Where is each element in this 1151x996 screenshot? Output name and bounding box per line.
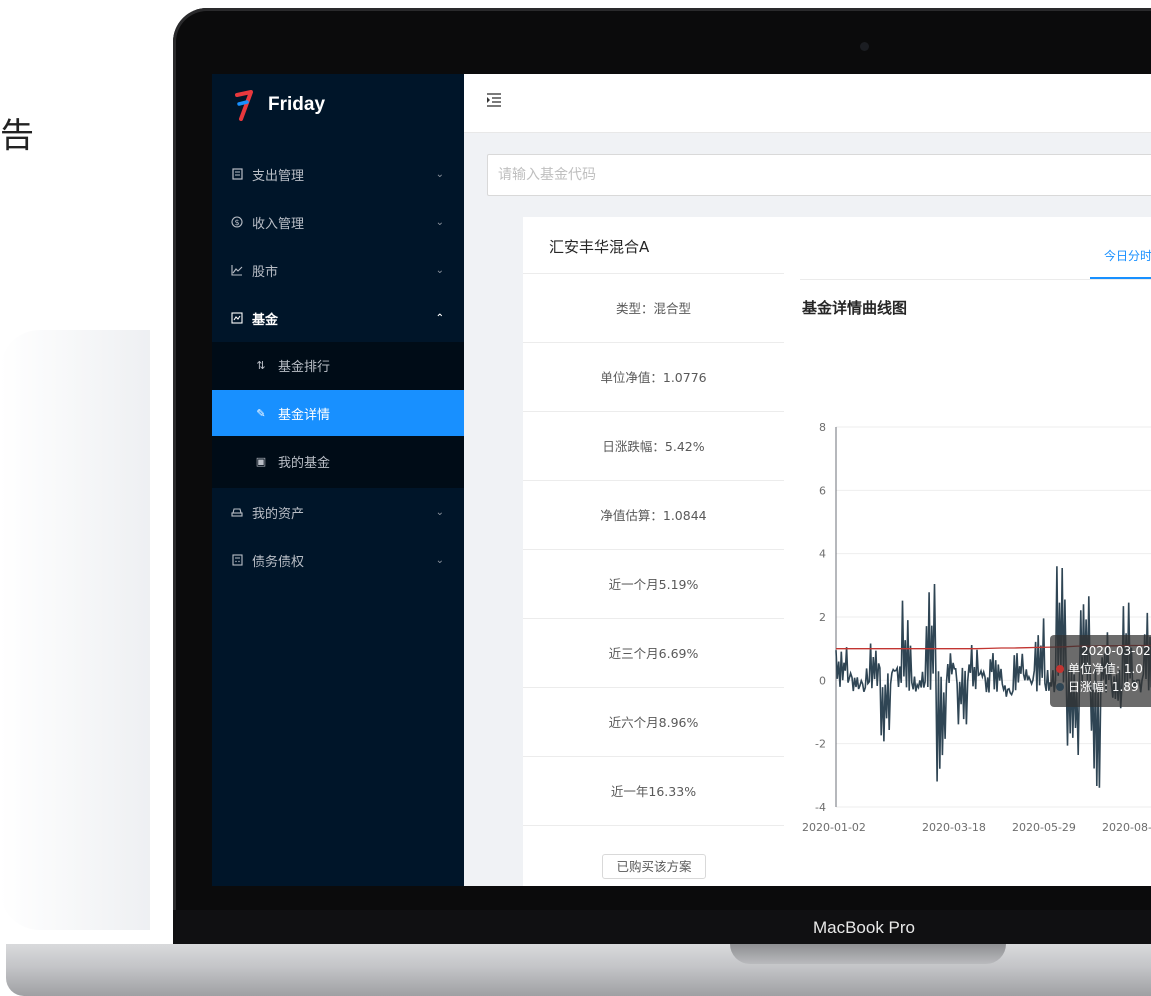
fund-1m-return: 近一个月5.19% xyxy=(523,550,784,619)
sidebar-subitem-fund-detail[interactable]: ✎ 基金详情 xyxy=(212,390,464,436)
background-shadow xyxy=(0,330,150,930)
laptop-notch xyxy=(730,944,1006,964)
tooltip-line-unit-nav: 单位净值: 1.0 xyxy=(1068,661,1143,676)
sort-icon: ⇅ xyxy=(256,358,266,372)
sidebar-item-income[interactable]: $ 收入管理 ⌄ xyxy=(212,198,464,246)
fund-6m-return: 近六个月8.96% xyxy=(523,688,784,757)
sidebar: Friday 支出管理 ⌄ $ 收入管理 ⌄ 股市 ⌄ 基金 ⌃ ⇅ 基金排行 … xyxy=(212,74,464,886)
y-tick-label: 8 xyxy=(819,421,826,434)
sidebar-subitem-label: 基金排行 xyxy=(278,359,331,375)
y-tick-label: -2 xyxy=(815,738,826,751)
x-tick-label: 2020-01-02 xyxy=(802,821,866,834)
fund-unit-nav: 单位净值：1.0776 xyxy=(523,343,784,412)
sidebar-item-stocks[interactable]: 股市 ⌄ xyxy=(212,246,464,294)
receipt-icon xyxy=(230,167,244,181)
y-tick-label: 0 xyxy=(819,674,826,687)
fund-code-search-input[interactable]: 请输入基金代码 xyxy=(487,154,1151,196)
sidebar-item-label: 我的资产 xyxy=(252,506,305,522)
y-tick-label: -4 xyxy=(815,801,826,814)
sidebar-item-label: 收入管理 xyxy=(252,216,305,232)
fund-daily-change: 日涨跌幅：5.42% xyxy=(523,412,784,481)
car-icon xyxy=(230,505,244,519)
purchased-plan-button[interactable]: 已购买该方案 xyxy=(602,854,706,879)
sidebar-item-label: 基金 xyxy=(252,312,279,328)
tooltip-line-daily-change: 日涨幅: 1.89 xyxy=(1068,679,1139,694)
y-tick-label: 4 xyxy=(819,548,826,561)
sidebar-item-label: 股市 xyxy=(252,264,279,280)
chevron-down-icon: ⌄ xyxy=(435,554,444,566)
sidebar-subitem-fund-ranking[interactable]: ⇅ 基金排行 xyxy=(212,342,464,388)
sidebar-subitem-label: 基金详情 xyxy=(278,407,331,423)
camera-icon xyxy=(860,42,869,51)
x-tick-label: 2020-05-29 xyxy=(1012,821,1076,834)
sidebar-subitem-label: 我的基金 xyxy=(278,455,331,471)
tooltip-marker xyxy=(1056,683,1064,691)
tooltip-marker xyxy=(1056,665,1064,673)
chart-box-icon xyxy=(230,311,244,325)
chevron-up-icon: ⌃ xyxy=(435,312,444,324)
chart-tooltip: 2020-03-02 单位净值: 1.0 日涨幅: 1.89 xyxy=(1050,635,1151,707)
chevron-down-icon: ⌄ xyxy=(435,264,444,276)
sidebar-item-expenses[interactable]: 支出管理 ⌄ xyxy=(212,150,464,198)
box-icon: ▣ xyxy=(255,454,267,468)
line-chart-icon xyxy=(230,263,244,277)
app-name: Friday xyxy=(268,94,326,115)
fund-chart-card: 今日分时 基金详情曲线图 8 6 4 2 0 -2 -4 2020-01-02 2020-03-… xyxy=(784,217,1151,886)
sidebar-item-assets[interactable]: 我的资产 ⌄ xyxy=(212,488,464,536)
page-side-text: 告 xyxy=(0,116,34,156)
calculator-icon xyxy=(230,553,244,567)
fund-1y-return: 近一年16.33% xyxy=(523,757,784,826)
chevron-down-icon: ⌄ xyxy=(435,168,444,180)
x-tick-label: 2020-08-10 xyxy=(1102,821,1151,834)
dollar-circle-icon: $ xyxy=(230,215,244,229)
fund-3m-return: 近三个月6.69% xyxy=(523,619,784,688)
y-tick-label: 2 xyxy=(819,611,826,624)
top-header xyxy=(464,74,1151,133)
fund-info-card: 汇安丰华混合A 类型：混合型 单位净值：1.0776 日涨跌幅：5.42% 净值… xyxy=(523,217,784,886)
edit-icon: ✎ xyxy=(256,406,266,420)
friday-logo-icon xyxy=(234,89,254,121)
fund-nav-estimate: 净值估算：1.0844 xyxy=(523,481,784,550)
sidebar-item-label: 债务债权 xyxy=(252,554,305,570)
fund-line-chart[interactable]: 8 6 4 2 0 -2 -4 2020-01-02 2020-03-18 2020-05-29 2… xyxy=(784,217,1151,886)
y-tick-label: 6 xyxy=(819,484,826,497)
sidebar-item-funds[interactable]: 基金 ⌃ xyxy=(212,294,464,342)
fund-name: 汇安丰华混合A xyxy=(523,217,784,274)
sidebar-item-debts[interactable]: 债务债权 ⌄ xyxy=(212,536,464,584)
tooltip-date: 2020-03-02 xyxy=(1081,644,1151,658)
fund-type: 类型：混合型 xyxy=(523,274,784,343)
sidebar-subitem-my-funds[interactable]: ▣ 我的基金 xyxy=(212,438,464,484)
menu-fold-icon[interactable] xyxy=(486,92,502,107)
app-screen: Friday 支出管理 ⌄ $ 收入管理 ⌄ 股市 ⌄ 基金 ⌃ ⇅ 基金排行 … xyxy=(212,74,1151,886)
sidebar-item-label: 支出管理 xyxy=(252,168,305,184)
app-logo[interactable]: Friday xyxy=(234,88,325,122)
chevron-down-icon: ⌄ xyxy=(435,506,444,518)
chevron-down-icon: ⌄ xyxy=(435,216,444,228)
device-label: MacBook Pro xyxy=(812,918,916,937)
svg-text:$: $ xyxy=(234,218,239,227)
x-tick-label: 2020-03-18 xyxy=(922,821,986,834)
